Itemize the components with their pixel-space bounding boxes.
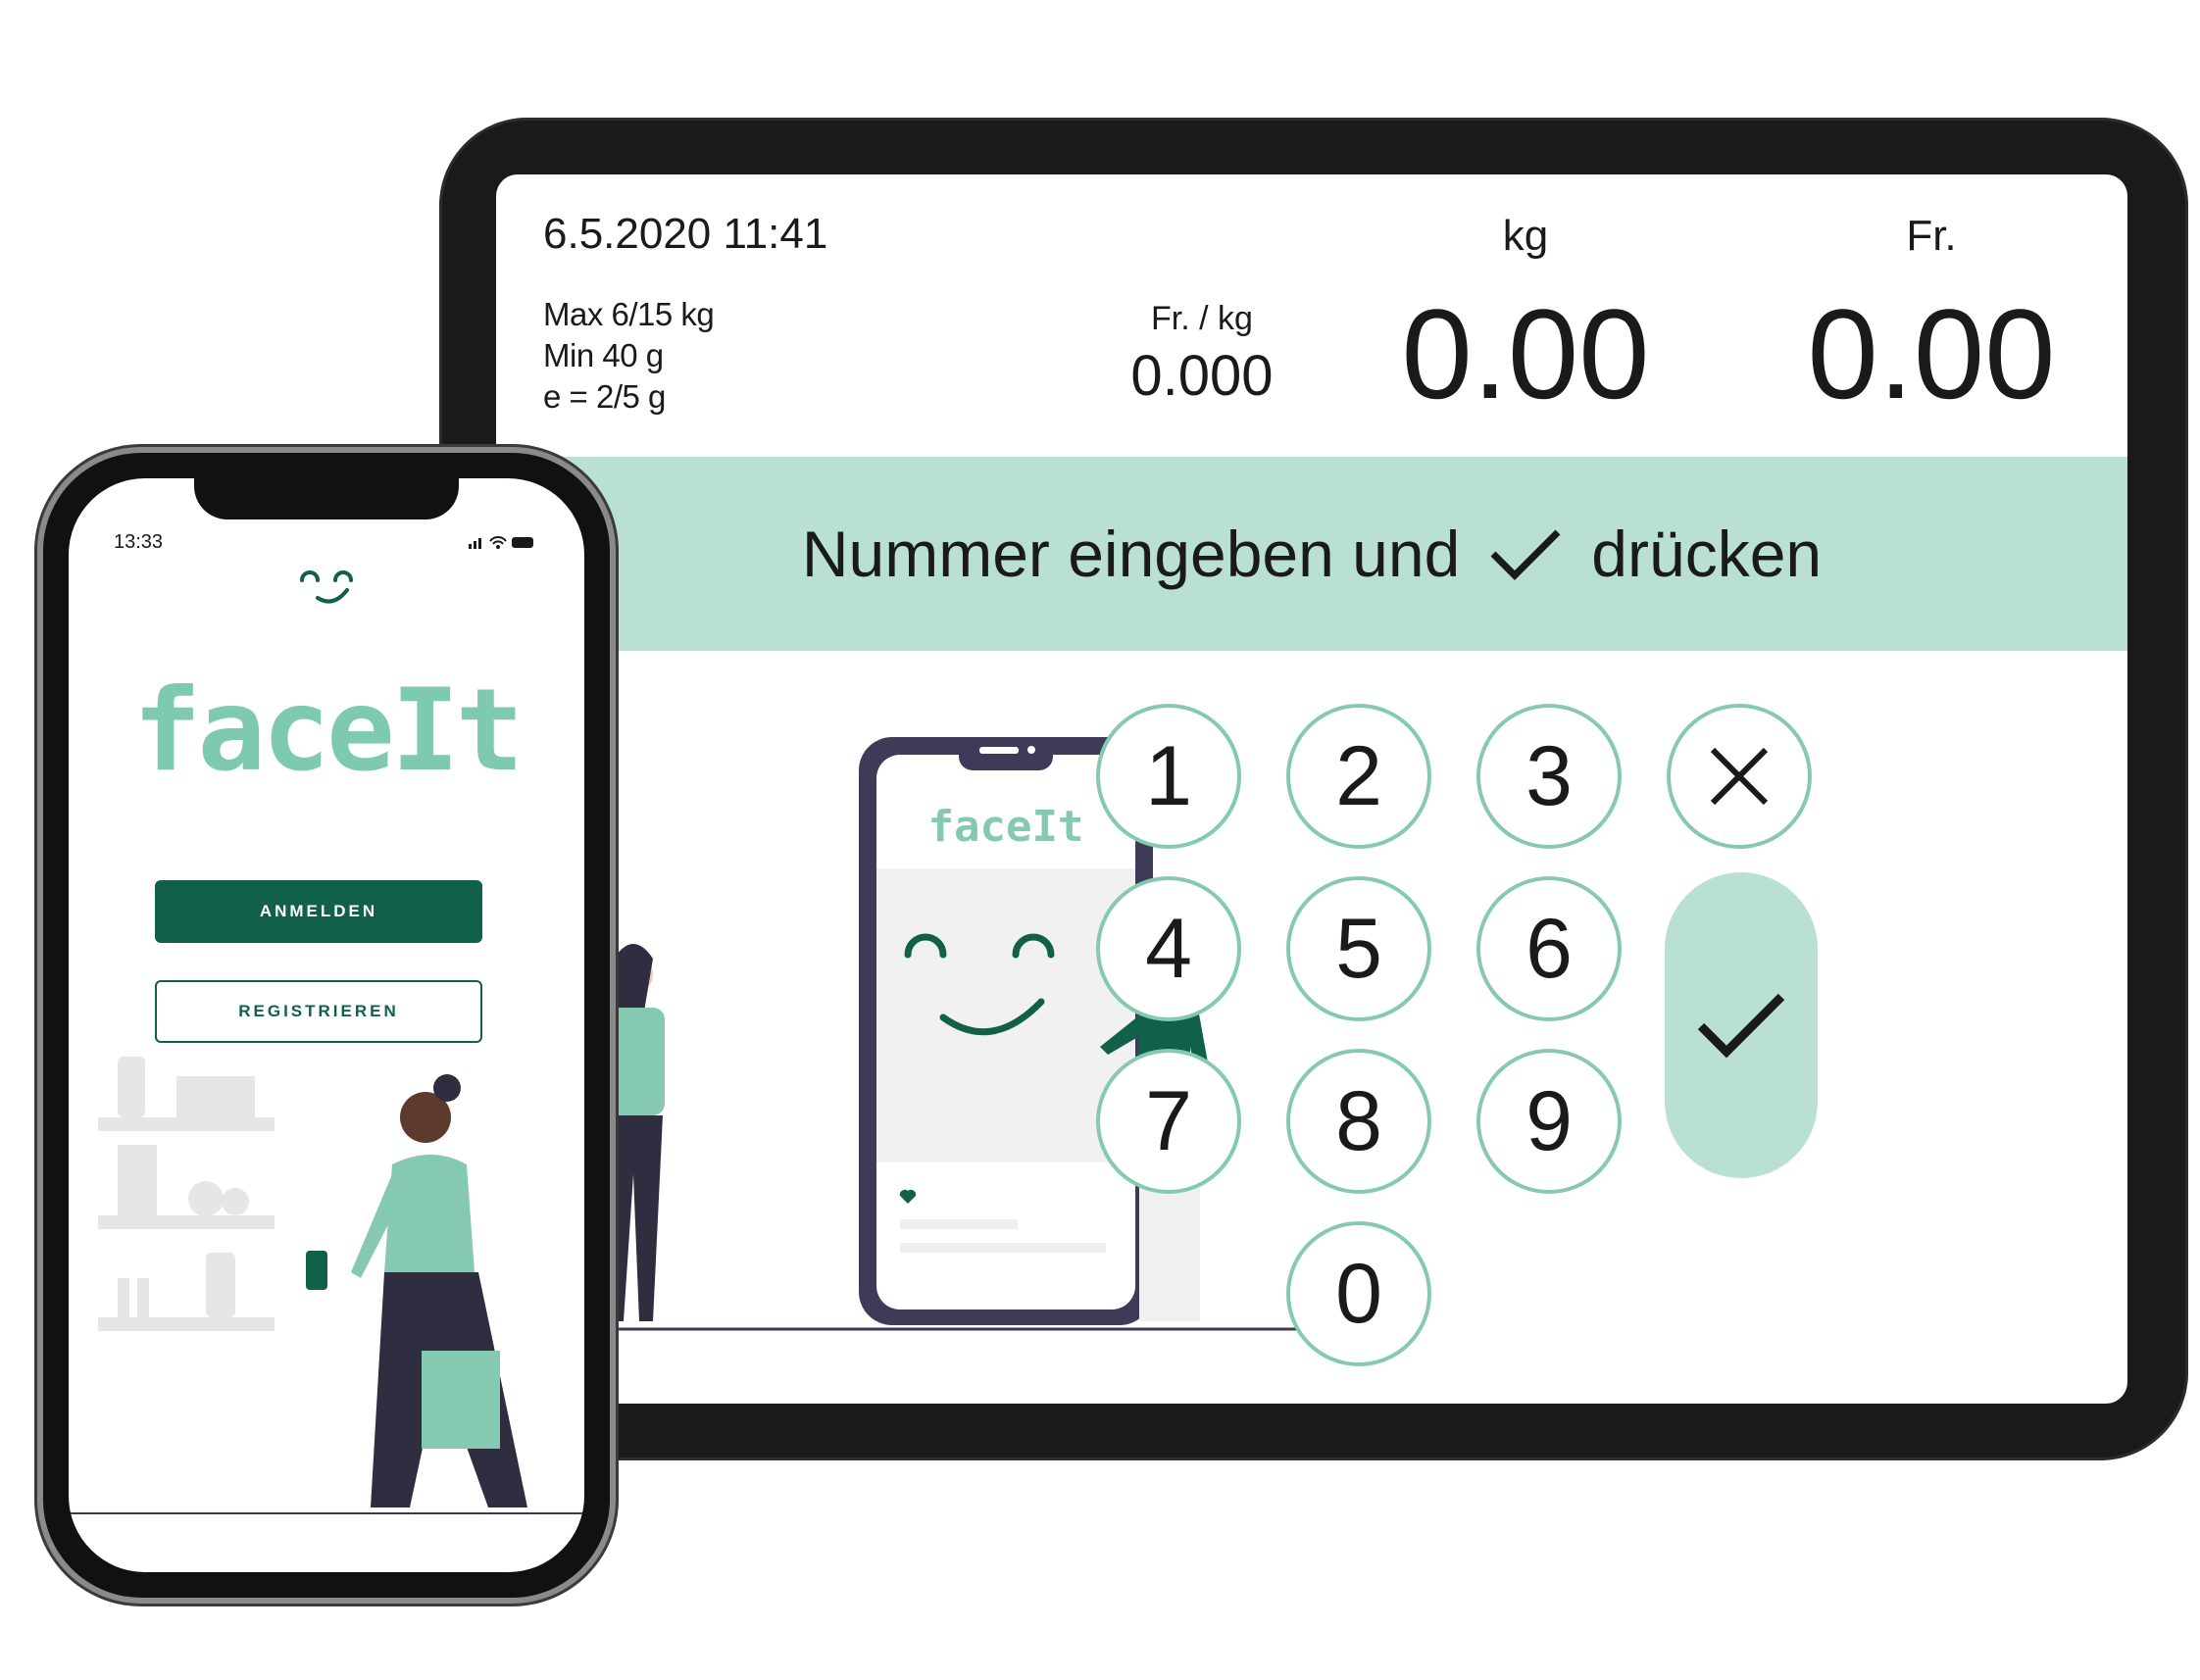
instruction-text-after: drücken	[1591, 518, 1823, 590]
illustration-logo: faceIt	[928, 802, 1084, 852]
app-logo: faceIt	[132, 665, 524, 797]
key-7[interactable]: 7	[1096, 1049, 1241, 1194]
price-per-kg-label: Fr. / kg	[1151, 300, 1253, 337]
weight-value: 0.00	[1401, 282, 1650, 425]
status-icons	[469, 536, 533, 549]
key-3[interactable]: 3	[1476, 704, 1622, 849]
key-2[interactable]: 2	[1286, 704, 1431, 849]
total-value: 0.00	[1807, 282, 2056, 425]
status-time: 13:33	[114, 531, 164, 553]
tablet-device: 6.5.2020 11:41 Max 6/15 kg Min 40 g e = …	[439, 118, 2188, 1460]
scale-screen: 6.5.2020 11:41 Max 6/15 kg Min 40 g e = …	[496, 174, 2127, 1404]
key-5[interactable]: 5	[1286, 876, 1431, 1021]
spec-max: Max 6/15 kg	[543, 296, 715, 332]
instruction-banner: Nummer eingeben und drücken	[496, 457, 2127, 651]
spec-e: e = 2/5 g	[543, 378, 666, 415]
total-unit-label: Fr.	[1906, 212, 1957, 260]
checkmark-icon	[1697, 993, 1785, 1059]
close-icon	[1710, 747, 1769, 806]
datetime-display: 6.5.2020 11:41	[543, 210, 828, 258]
login-button[interactable]: ANMELDEN	[155, 880, 482, 943]
key-0[interactable]: 0	[1286, 1221, 1431, 1366]
key-4[interactable]: 4	[1096, 876, 1241, 1021]
key-6[interactable]: 6	[1476, 876, 1622, 1021]
instruction-text-before: Nummer eingeben und	[801, 518, 1461, 590]
checkmark-icon	[1490, 529, 1561, 580]
clear-button[interactable]	[1667, 704, 1812, 849]
key-8[interactable]: 8	[1286, 1049, 1431, 1194]
phone-screen: 13:33 faceIt ANMELDEN REGISTRIEREN	[69, 478, 584, 1572]
phone-device: 13:33 faceIt ANMELDEN REGISTRIEREN	[43, 453, 610, 1598]
phone-notch	[194, 478, 459, 519]
price-per-kg-value: 0.000	[1130, 344, 1274, 408]
smiley-icon	[300, 570, 353, 604]
weight-unit-label: kg	[1502, 212, 1549, 260]
spec-min: Min 40 g	[543, 337, 664, 373]
shopping-illustration	[69, 1057, 584, 1514]
key-9[interactable]: 9	[1476, 1049, 1622, 1194]
key-1[interactable]: 1	[1096, 704, 1241, 849]
confirm-button[interactable]	[1665, 872, 1818, 1178]
